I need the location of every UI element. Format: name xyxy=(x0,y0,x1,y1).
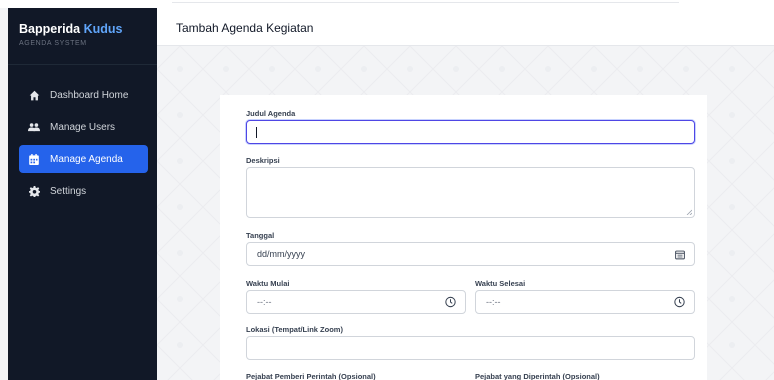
judul-input[interactable] xyxy=(246,120,695,144)
pejabat-pemberi-label: Pejabat Pemberi Perintah (Opsional) xyxy=(246,372,376,380)
sidebar-item-users[interactable]: Manage Users xyxy=(19,113,148,141)
deskripsi-textarea[interactable] xyxy=(246,167,695,218)
top-divider xyxy=(172,2,679,3)
text-caret xyxy=(256,127,257,138)
sidebar-item-label: Manage Agenda xyxy=(50,153,123,165)
brand-name: Bapperida xyxy=(19,22,81,36)
sidebar: Bapperida Kudus AGENDA SYSTEM Dashboard … xyxy=(8,8,157,380)
gear-icon xyxy=(28,185,40,197)
waktu-mulai-placeholder: --:-- xyxy=(257,297,272,307)
sidebar-item-label: Dashboard Home xyxy=(50,89,129,101)
brand: Bapperida Kudus AGENDA SYSTEM xyxy=(8,8,157,65)
tanggal-placeholder: dd/mm/yyyy xyxy=(257,249,306,259)
waktu-selesai-label: Waktu Selesai xyxy=(475,279,526,288)
agenda-form: Judul Agenda Deskripsi Tanggal dd/mm/yyy… xyxy=(220,95,707,380)
tanggal-label: Tanggal xyxy=(246,231,275,240)
clock-icon[interactable] xyxy=(674,296,685,308)
home-icon xyxy=(28,89,40,101)
pejabat-diperintah-label: Pejabat yang Diperintah (Opsional) xyxy=(475,372,600,380)
waktu-selesai-input[interactable]: --:-- xyxy=(475,290,695,314)
sidebar-item-agenda[interactable]: Manage Agenda xyxy=(19,145,148,173)
calendar-icon xyxy=(28,153,40,165)
brand-accent: Kudus xyxy=(83,22,123,36)
deskripsi-label: Deskripsi xyxy=(246,156,280,165)
waktu-selesai-placeholder: --:-- xyxy=(486,297,501,307)
page-header: Tambah Agenda Kegiatan xyxy=(157,8,774,46)
sidebar-item-dashboard[interactable]: Dashboard Home xyxy=(19,81,148,109)
page-title: Tambah Agenda Kegiatan xyxy=(176,21,314,35)
sidebar-nav: Dashboard Home Manage Users Manage Agend… xyxy=(19,81,148,209)
resize-handle-icon[interactable] xyxy=(686,209,692,215)
waktu-mulai-input[interactable]: --:-- xyxy=(246,290,466,314)
lokasi-label: Lokasi (Tempat/Link Zoom) xyxy=(246,325,343,334)
clock-icon[interactable] xyxy=(445,296,456,308)
top-strip xyxy=(0,0,774,8)
lokasi-input[interactable] xyxy=(246,336,695,360)
judul-label: Judul Agenda xyxy=(246,109,296,118)
brand-subtitle: AGENDA SYSTEM xyxy=(19,40,87,47)
calendar-picker-icon[interactable] xyxy=(674,249,685,260)
sidebar-item-label: Manage Users xyxy=(50,121,116,133)
users-icon xyxy=(28,121,40,133)
sidebar-item-label: Settings xyxy=(50,185,87,197)
sidebar-item-settings[interactable]: Settings xyxy=(19,177,148,205)
waktu-mulai-label: Waktu Mulai xyxy=(246,279,290,288)
brand-title: Bapperida Kudus xyxy=(19,22,146,36)
tanggal-input[interactable]: dd/mm/yyyy xyxy=(246,242,695,266)
